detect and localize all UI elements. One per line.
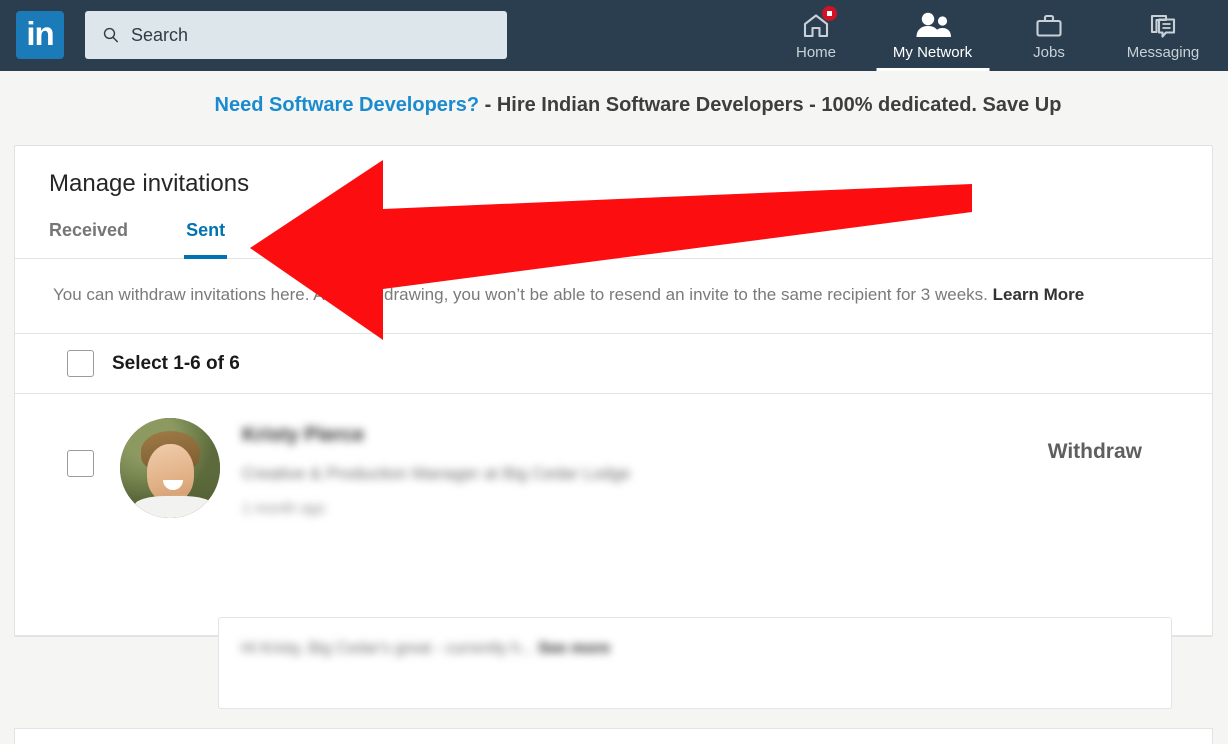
search-input[interactable]: Search (85, 11, 507, 59)
nav-item-messaging-label: Messaging (1126, 44, 1200, 61)
invitation-tabs: Received Sent (15, 220, 1212, 259)
nav-item-my-network[interactable]: My Network (867, 0, 998, 71)
nav-item-my-network-label: My Network (892, 44, 973, 61)
linkedin-logo-text: in (26, 15, 54, 52)
search-icon (103, 27, 119, 43)
select-all-row: Select 1-6 of 6 (15, 334, 1212, 394)
nav-item-messaging[interactable]: Messaging (1100, 0, 1226, 71)
home-icon (801, 5, 838, 40)
see-more-link[interactable]: See more (538, 640, 610, 657)
invitation-headline: Creative & Production Manager at Big Ced… (242, 464, 631, 483)
nav-item-home-label: Home (795, 44, 836, 61)
invitation-message-text: Hi Kristy, Big Cedar's great - currently… (241, 634, 1171, 663)
invitation-message-box[interactable]: Hi Kristy, Big Cedar's great - currently… (218, 617, 1172, 709)
linkedin-logo-icon[interactable]: in (16, 11, 64, 59)
briefcase-icon (1034, 9, 1064, 40)
withdraw-button[interactable]: Withdraw (1038, 434, 1152, 470)
tab-sent[interactable]: Sent (184, 220, 228, 259)
select-all-checkbox[interactable] (67, 350, 94, 377)
advertisement-banner-text: Need Software Developers? - Hire Indian … (215, 94, 1062, 117)
manage-invitations-card: Manage invitations Received Sent You can… (14, 145, 1213, 637)
advertisement-headline: Need Software Developers? (214, 94, 480, 116)
page-title: Manage invitations (49, 170, 250, 197)
my-network-icon (913, 9, 953, 40)
invitation-timestamp: 1 month ago (242, 500, 326, 517)
learn-more-link[interactable]: Learn More (993, 285, 1085, 304)
top-navigation-bar: in Search Home My Network Jobs Messaging (0, 0, 1228, 71)
nav-item-home[interactable]: Home (765, 0, 867, 71)
advertisement-banner[interactable]: Need Software Developers? - Hire Indian … (0, 71, 1228, 140)
avatar[interactable] (120, 418, 220, 518)
invitation-row: Kristy Pierce Creative & Production Mana… (15, 394, 1212, 636)
messaging-icon (1148, 9, 1178, 40)
nav-item-jobs-label: Jobs (1033, 44, 1065, 61)
withdraw-info-note: You can withdraw invitations here. After… (15, 259, 1212, 334)
invitation-name[interactable]: Kristy Pierce (242, 424, 630, 447)
nav-items: Home My Network Jobs Messaging (765, 0, 1226, 71)
tab-received[interactable]: Received (49, 220, 128, 258)
withdraw-info-text: You can withdraw invitations here. After… (53, 285, 993, 304)
notification-badge (821, 5, 838, 22)
avatar-shirt (135, 496, 213, 518)
invitation-details: Kristy Pierce Creative & Production Mana… (242, 418, 630, 517)
invitation-checkbox[interactable] (67, 450, 94, 477)
nav-item-jobs[interactable]: Jobs (998, 0, 1100, 71)
advertisement-body: - Hire Indian Software Developers - 100%… (479, 94, 1062, 116)
invitation-message-body: Hi Kristy, Big Cedar's great - currently… (241, 640, 534, 657)
search-placeholder: Search (131, 24, 189, 45)
next-invitation-row-divider (14, 728, 1213, 744)
select-all-label: Select 1-6 of 6 (112, 352, 240, 374)
